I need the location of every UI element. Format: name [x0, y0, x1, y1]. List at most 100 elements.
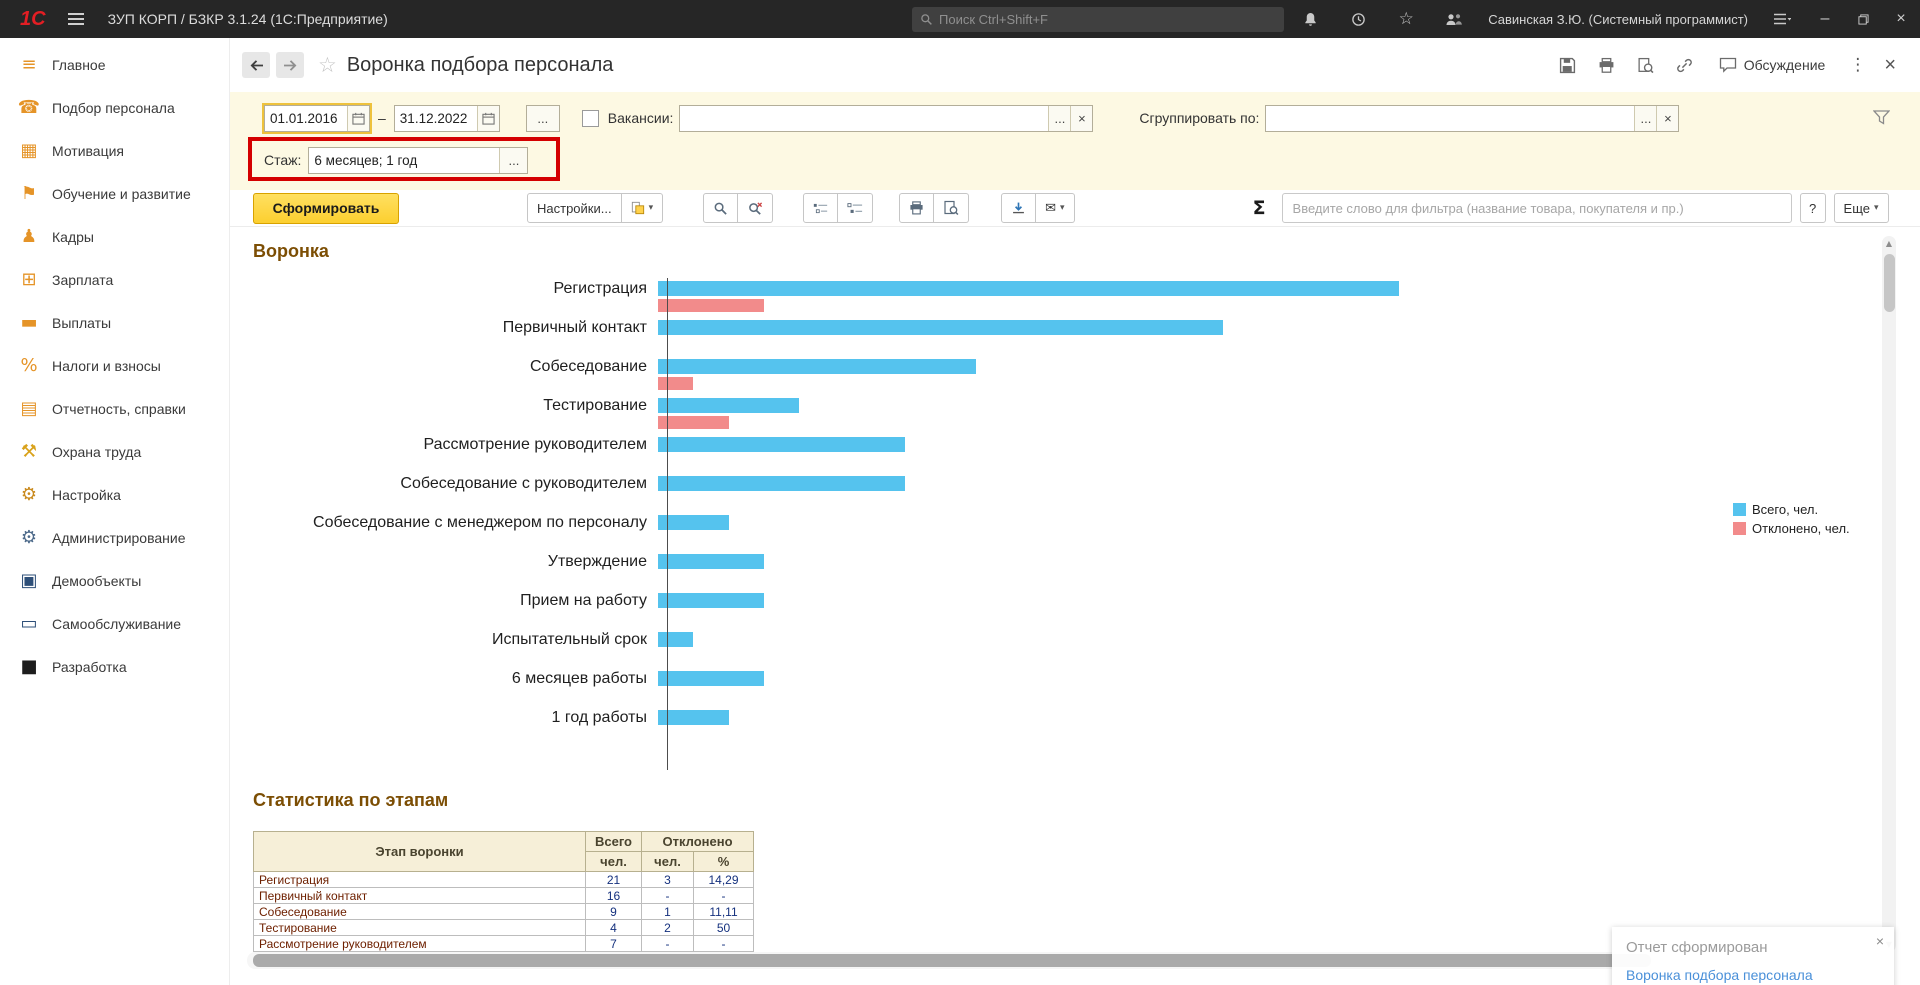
print-preview-button[interactable]	[934, 193, 969, 223]
sidebar-item-label: Подбор персонала	[52, 100, 175, 116]
generate-button[interactable]: Сформировать	[253, 193, 399, 224]
sidebar-item-label: Налоги и взносы	[52, 358, 161, 374]
bar-total[interactable]	[658, 632, 693, 647]
group-by-clear-button[interactable]: ×	[1656, 106, 1678, 131]
sidebar-item-wrench[interactable]: ⚙Настройка	[0, 473, 229, 516]
bar-rejected[interactable]	[658, 416, 729, 429]
toast-report-link[interactable]: Воронка подбора персонала	[1626, 967, 1880, 983]
save-result-button[interactable]	[1001, 193, 1036, 223]
sidebar-item-recruitment[interactable]: ☎Подбор персонала	[0, 86, 229, 129]
more-button[interactable]: Еще	[1834, 193, 1889, 223]
chart-row: Рассмотрение руководителем	[253, 436, 1898, 475]
vacancies-checkbox[interactable]	[582, 110, 599, 127]
sidebar-item-payments[interactable]: ▬Выплаты	[0, 301, 229, 344]
vacancies-input[interactable]	[680, 106, 1048, 131]
collapse-levels-button[interactable]	[803, 193, 838, 223]
sidebar-item-education[interactable]: ⚑Обучение и развитие	[0, 172, 229, 215]
chart-bars	[657, 592, 1898, 631]
sidebar-item-gear[interactable]: ⚙Администрирование	[0, 516, 229, 559]
education-icon: ⚑	[16, 183, 42, 204]
bar-total[interactable]	[658, 554, 764, 569]
vertical-scrollbar[interactable]: ▲ ▼	[1882, 236, 1896, 952]
bar-total[interactable]	[658, 320, 1223, 335]
period-more-button[interactable]: ...	[526, 105, 560, 132]
bar-total[interactable]	[658, 710, 729, 725]
history-icon[interactable]	[1347, 12, 1369, 27]
chart-bars	[657, 553, 1898, 592]
chart-row: Первичный контакт	[253, 319, 1898, 358]
date-from-input[interactable]	[265, 106, 347, 131]
scroll-up-icon[interactable]: ▲	[1882, 239, 1896, 248]
sidebar-item-self-service[interactable]: ▭Самообслуживание	[0, 602, 229, 645]
bar-total[interactable]	[658, 281, 1399, 296]
expand-levels-button[interactable]	[838, 193, 873, 223]
vacancies-more-button[interactable]: ...	[1048, 106, 1070, 131]
sidebar-item-people[interactable]: ♟Кадры	[0, 215, 229, 258]
sidebar-item-demo-objects[interactable]: ▣Демообъекты	[0, 559, 229, 602]
cell-rejected: -	[642, 888, 694, 904]
sidebar-item-taxes[interactable]: %Налоги и взносы	[0, 344, 229, 387]
bar-total[interactable]	[658, 437, 905, 452]
filter-funnel-icon[interactable]	[1873, 110, 1890, 125]
experience-more-button[interactable]: ...	[499, 148, 527, 173]
group-by-more-button[interactable]: ...	[1634, 106, 1656, 131]
global-search-input[interactable]	[939, 12, 1276, 27]
settings-button[interactable]: Настройки...	[527, 193, 622, 223]
bar-rejected[interactable]	[658, 377, 693, 390]
close-window-button[interactable]: ×	[1882, 0, 1920, 38]
close-report-button[interactable]: ×	[1884, 54, 1896, 77]
bar-total[interactable]	[658, 359, 976, 374]
group-by-input[interactable]	[1266, 106, 1634, 131]
toast-close-icon[interactable]: ×	[1876, 933, 1884, 949]
date-to-calendar-icon[interactable]	[477, 106, 499, 131]
sidebar-item-motivation[interactable]: ▦Мотивация	[0, 129, 229, 172]
more-menu-icon[interactable]: ⋮	[1849, 55, 1866, 75]
sidebar-item-home-menu[interactable]: ≡Главное	[0, 43, 229, 86]
link-icon[interactable]	[1676, 57, 1693, 74]
forward-button[interactable]	[276, 52, 304, 78]
save-icon[interactable]	[1559, 57, 1576, 74]
notifications-bell-icon[interactable]	[1299, 12, 1321, 27]
funnel-section-title: Воронка	[253, 241, 1920, 262]
bar-total[interactable]	[658, 671, 764, 686]
help-button[interactable]: ?	[1800, 193, 1826, 223]
date-to-input[interactable]	[395, 106, 477, 131]
current-user-name[interactable]: Савинская З.Ю. (Системный программист)	[1488, 12, 1748, 27]
vacancies-clear-button[interactable]: ×	[1070, 106, 1092, 131]
sidebar-item-development[interactable]: ■Разработка	[0, 645, 229, 688]
favorites-icon[interactable]: ☆	[1395, 9, 1417, 29]
chart-category-label: Утверждение	[253, 553, 657, 592]
chart-row: Испытательный срок	[253, 631, 1898, 670]
bar-total[interactable]	[658, 593, 764, 608]
quick-filter-input[interactable]	[1282, 193, 1792, 223]
find-button[interactable]	[703, 193, 738, 223]
bar-total[interactable]	[658, 476, 905, 491]
users-icon[interactable]	[1443, 12, 1465, 26]
bar-total[interactable]	[658, 515, 729, 530]
service-menu-icon[interactable]	[1771, 13, 1793, 26]
back-button[interactable]	[242, 52, 270, 78]
date-from-calendar-icon[interactable]	[347, 106, 369, 131]
horizontal-scrollbar-thumb[interactable]	[253, 954, 1651, 967]
report-variants-button[interactable]	[622, 193, 664, 223]
vertical-scrollbar-thumb[interactable]	[1884, 254, 1895, 312]
print-icon[interactable]	[1598, 57, 1615, 74]
restore-button[interactable]	[1844, 0, 1882, 38]
cell-stage: Рассмотрение руководителем	[254, 936, 586, 952]
favorite-star-icon[interactable]: ☆	[318, 53, 337, 77]
discussion-button[interactable]: Обсуждение	[1719, 57, 1826, 73]
cancel-search-button[interactable]	[738, 193, 773, 223]
preview-icon[interactable]	[1637, 57, 1654, 74]
bar-total[interactable]	[658, 398, 799, 413]
experience-input[interactable]	[309, 148, 499, 173]
sidebar-item-labor-safety[interactable]: ⚒Охрана труда	[0, 430, 229, 473]
print-button[interactable]	[899, 193, 934, 223]
sidebar-item-salary[interactable]: ⊞Зарплата	[0, 258, 229, 301]
sidebar-item-reports[interactable]: ▤Отчетность, справки	[0, 387, 229, 430]
bar-rejected[interactable]	[658, 299, 764, 312]
main-menu-icon[interactable]	[68, 13, 84, 25]
topbar: 1С ЗУП КОРП / БЗКР 3.1.24 (1С:Предприяти…	[0, 0, 1920, 38]
send-email-button[interactable]: ✉	[1036, 193, 1074, 223]
minimize-button[interactable]: –	[1806, 0, 1844, 38]
sidebar-item-label: Охрана труда	[52, 444, 141, 460]
